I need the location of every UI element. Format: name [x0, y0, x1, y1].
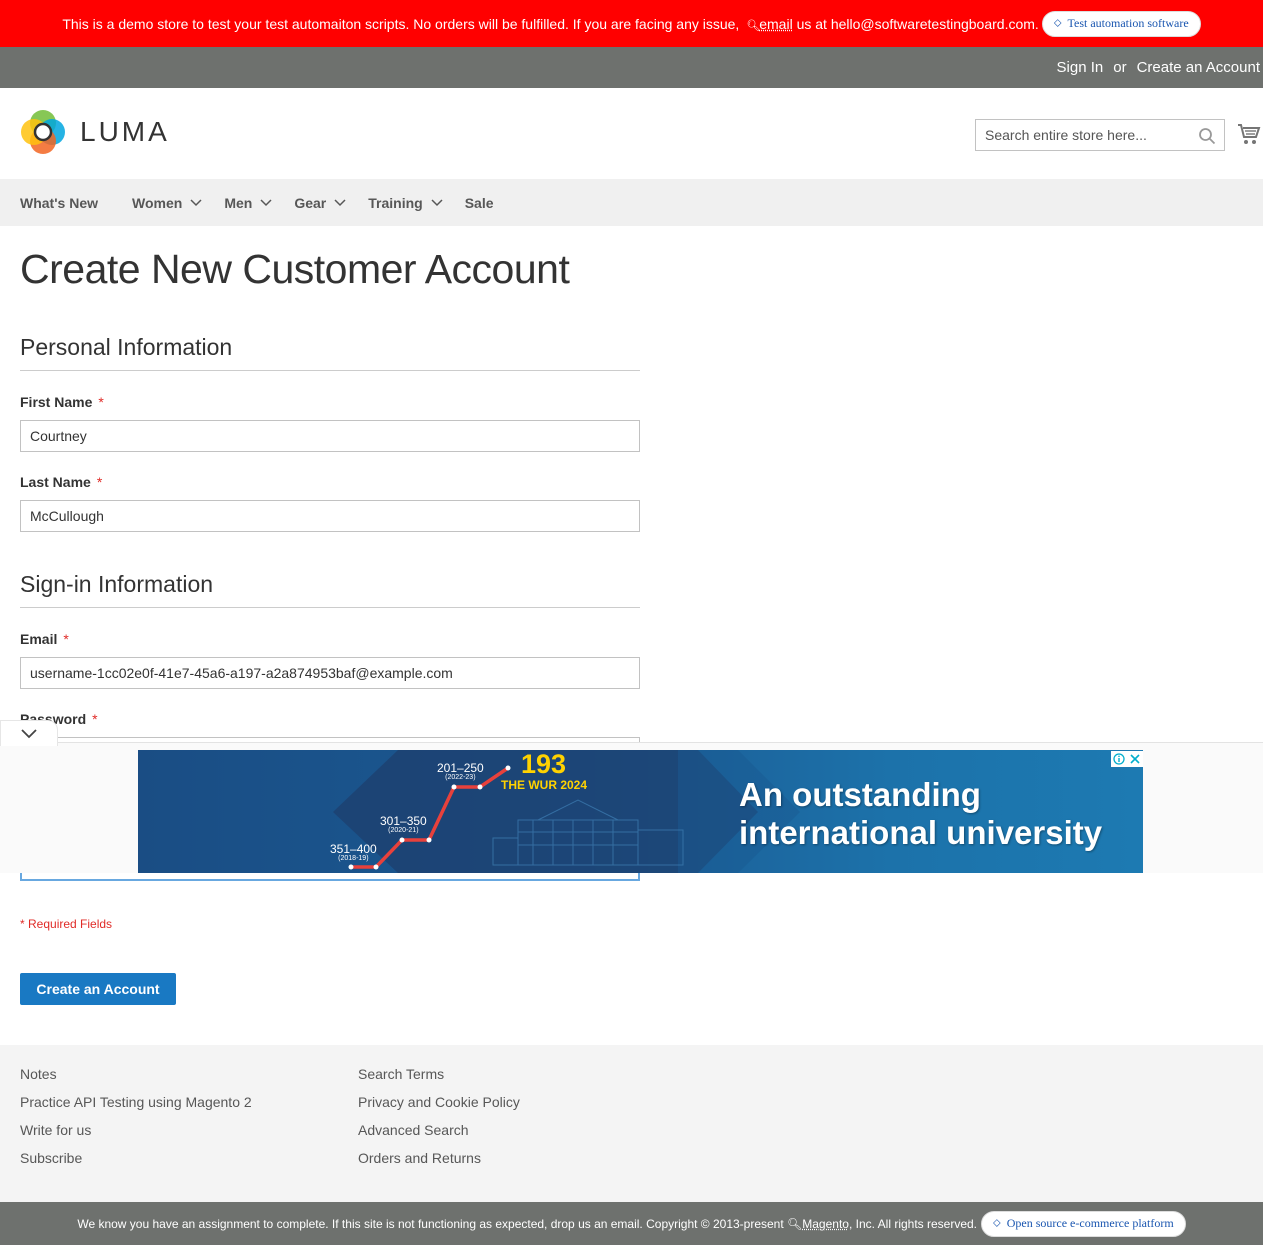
required-fields-note: * Required Fields	[20, 917, 113, 931]
ad-rank-range: 301–350	[380, 814, 427, 828]
ad-collapse-toggle[interactable]	[0, 720, 58, 746]
chevron-down-icon	[334, 198, 346, 206]
nav-item-sale[interactable]: Sale	[465, 195, 494, 211]
ad-headline: An outstanding international university	[739, 776, 1102, 852]
nav-item-men[interactable]: Men	[224, 195, 272, 211]
copyright-bar: We know you have an assignment to comple…	[0, 1202, 1263, 1245]
chevron-down-icon	[260, 198, 272, 206]
footer-link[interactable]: Search Terms	[358, 1066, 520, 1094]
luma-logo-icon	[21, 110, 65, 154]
magnifier-icon: 🔍︎	[787, 1216, 803, 1231]
test-automation-software-link[interactable]: ⬦ Test automation software	[1041, 10, 1201, 37]
last-name-label: Last Name *	[20, 474, 102, 490]
footer-link[interactable]: Notes	[20, 1066, 252, 1094]
pill-label: Test automation software	[1067, 16, 1189, 30]
page-title: Create New Customer Account	[20, 246, 570, 292]
copyright-text: We know you have an assignment to comple…	[77, 1217, 977, 1231]
pill-label: Open source e-commerce platform	[1006, 1216, 1174, 1230]
first-name-label-text: First Name	[20, 394, 93, 410]
required-marker: *	[98, 394, 104, 410]
search-input[interactable]	[976, 120, 1186, 150]
demo-notice-email-link[interactable]: email	[759, 16, 792, 32]
magnifier-icon: 🔍︎	[746, 19, 761, 32]
footer: Notes Practice API Testing using Magento …	[0, 1045, 1263, 1202]
ad-rank-point: 351–400 (2018-19)	[330, 843, 377, 863]
ad-rank-label: THE WUR 2024	[501, 778, 588, 792]
ad-headline-line: An outstanding	[739, 776, 981, 813]
ad-rank-range: 351–400	[330, 842, 377, 856]
logo-wordmark: LUMA	[80, 116, 170, 147]
main-navigation: What's New Women Men Gear Training Sale	[0, 179, 1263, 226]
nav-item-label: Women	[132, 194, 183, 211]
footer-links-column: Notes Practice API Testing using Magento …	[20, 1066, 252, 1178]
ad-banner[interactable]: 193 THE WUR 2024 351–400 (2018-19) 301–3…	[138, 750, 1143, 873]
email-label: Email *	[20, 631, 69, 647]
demo-notice-banner: This is a demo store to test your test a…	[0, 0, 1263, 47]
footer-link[interactable]: Advanced Search	[358, 1122, 520, 1150]
ad-info-icon[interactable]	[1111, 751, 1127, 767]
account-bar: Sign In or Create an Account	[0, 47, 1263, 88]
ad-controls	[1111, 751, 1143, 767]
last-name-field[interactable]: McCullough	[20, 500, 640, 532]
site-header: LUMA	[0, 88, 1263, 179]
ad-headline-line: international university	[739, 814, 1103, 851]
ad-close-icon[interactable]	[1127, 751, 1143, 767]
nav-item-label: Men	[224, 194, 253, 211]
footer-link[interactable]: Write for us	[20, 1122, 252, 1150]
search-icon[interactable]	[1198, 127, 1216, 145]
nav-item-women[interactable]: Women	[132, 195, 202, 211]
chevron-down-icon	[21, 729, 37, 739]
ad-rank-year: (2022-23)	[445, 774, 476, 781]
required-marker: *	[92, 711, 98, 727]
last-name-label-text: Last Name	[20, 474, 91, 490]
ecommerce-platform-link[interactable]: ⬦ Open source e-commerce platform	[981, 1210, 1186, 1237]
cart-icon[interactable]	[1237, 122, 1261, 146]
first-name-field[interactable]: Courtney	[20, 420, 640, 452]
sign-in-information-legend: Sign-in Information	[20, 571, 640, 608]
demo-notice-text-after: us at hello@softwaretestingboard.com.	[796, 15, 1039, 32]
footer-link[interactable]: Practice API Testing using Magento 2	[20, 1094, 252, 1122]
copyright-text-after: , Inc. All rights reserved.	[848, 1216, 978, 1231]
chevron-down-icon	[190, 198, 202, 206]
required-marker: *	[63, 631, 69, 647]
tag-icon: ⬦	[1053, 17, 1062, 29]
nav-item-what-s-new[interactable]: What's New	[20, 195, 98, 211]
ad-rank-value: 193	[521, 750, 567, 779]
sign-in-link[interactable]: Sign In	[1057, 59, 1104, 76]
footer-link[interactable]: Orders and Returns	[358, 1150, 520, 1178]
personal-information-legend: Personal Information	[20, 334, 640, 371]
nav-item-label: Training	[368, 194, 423, 211]
email-field[interactable]: username-1cc02e0f-41e7-45a6-a197-a2a8749…	[20, 657, 640, 689]
ad-rank-point: 201–250 (2022-23)	[437, 762, 484, 782]
nav-item-label: Gear	[294, 194, 327, 211]
ad-rank-point: 301–350 (2020-21)	[380, 815, 427, 835]
or-separator: or	[1113, 59, 1127, 76]
first-name-label: First Name *	[20, 394, 104, 410]
email-label-text: Email	[20, 631, 58, 647]
copyright-text-before: We know you have an assignment to comple…	[77, 1216, 784, 1231]
nav-item-label: What's New	[20, 194, 99, 211]
ad-rank-year: (2020-21)	[388, 827, 419, 834]
luma-logo[interactable]: LUMA	[20, 109, 170, 155]
nav-item-gear[interactable]: Gear	[294, 195, 346, 211]
footer-link[interactable]: Subscribe	[20, 1150, 252, 1178]
required-marker: *	[96, 474, 103, 490]
magento-link[interactable]: Magento	[802, 1217, 849, 1231]
create-account-link[interactable]: Create an Account	[1137, 59, 1260, 76]
create-account-button[interactable]: Create an Account	[20, 973, 176, 1005]
search-box	[975, 119, 1225, 151]
demo-notice-text-before: This is a demo store to test your test a…	[62, 15, 740, 32]
nav-item-label: Sale	[464, 194, 494, 211]
nav-item-training[interactable]: Training	[368, 194, 443, 211]
ad-rank-year: (2018-19)	[338, 855, 369, 862]
footer-link[interactable]: Privacy and Cookie Policy	[358, 1094, 520, 1122]
footer-links-column: Search Terms Privacy and Cookie Policy Adv…	[358, 1066, 520, 1178]
chevron-down-icon	[431, 198, 443, 206]
demo-notice-text: This is a demo store to test your test a…	[62, 16, 1038, 32]
ad-rank-range: 201–250	[437, 761, 484, 775]
tag-icon: ⬦	[993, 1217, 1001, 1229]
